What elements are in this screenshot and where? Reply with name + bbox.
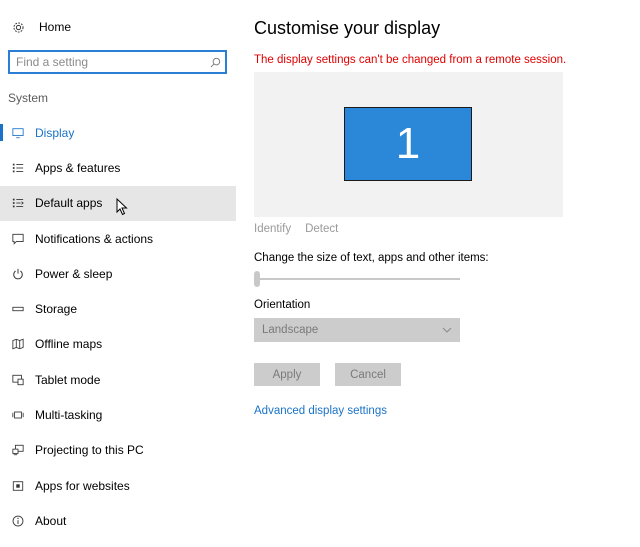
- sidebar-item-label: Notifications & actions: [35, 231, 154, 246]
- info-icon: [11, 514, 25, 528]
- sidebar-item-power-sleep[interactable]: Power & sleep: [0, 256, 236, 291]
- sidebar-item-offline-maps[interactable]: Offline maps: [0, 327, 236, 362]
- chevron-down-icon: [442, 324, 452, 336]
- speech-bubble-icon: [11, 232, 25, 246]
- orientation-select[interactable]: Landscape: [254, 318, 460, 342]
- sidebar-item-label: Multi-tasking: [35, 408, 103, 423]
- sidebar-item-display[interactable]: Display: [0, 115, 236, 150]
- remote-session-warning: The display settings can't be changed fr…: [254, 54, 567, 66]
- list-icon: [11, 161, 25, 175]
- sidebar-item-label: Display: [35, 125, 75, 140]
- sidebar-item-tablet-mode[interactable]: Tablet mode: [0, 362, 236, 397]
- monitor-number: 1: [395, 119, 421, 168]
- identify-link[interactable]: Identify: [254, 223, 291, 235]
- sidebar-item-label: Apps for websites: [35, 478, 130, 493]
- search-box[interactable]: [8, 50, 227, 74]
- monitor-tile[interactable]: 1: [344, 107, 472, 181]
- sidebar-item-label: Default apps: [35, 196, 103, 211]
- sidebar-item-about[interactable]: About: [0, 503, 236, 538]
- home-nav-item[interactable]: Home: [0, 12, 236, 42]
- sidebar-item-storage[interactable]: Storage: [0, 291, 236, 326]
- scale-label: Change the size of text, apps and other …: [254, 252, 489, 264]
- multitask-icon: [11, 408, 25, 422]
- advanced-display-settings-link[interactable]: Advanced display settings: [254, 405, 387, 417]
- search-icon[interactable]: [205, 57, 225, 68]
- apply-button[interactable]: Apply: [254, 363, 320, 386]
- sidebar-item-label: Projecting to this PC: [35, 443, 144, 458]
- gear-icon: [11, 20, 25, 34]
- display-actions: Identify Detect: [254, 223, 338, 235]
- scale-slider[interactable]: [254, 271, 460, 287]
- sidebar: Home System Display Apps & features Defa…: [0, 0, 236, 547]
- display-arrangement-area: 1: [254, 72, 563, 217]
- home-label: Home: [39, 20, 72, 34]
- detect-link[interactable]: Detect: [305, 223, 338, 235]
- sidebar-nav: Display Apps & features Default apps Not…: [0, 115, 236, 539]
- tablet-icon: [11, 373, 25, 387]
- default-list-icon: [11, 196, 25, 210]
- sidebar-item-projecting[interactable]: Projecting to this PC: [0, 433, 236, 468]
- sidebar-item-multitasking[interactable]: Multi-tasking: [0, 397, 236, 432]
- cancel-button[interactable]: Cancel: [335, 363, 401, 386]
- sidebar-item-label: Tablet mode: [35, 372, 101, 387]
- slider-track: [254, 278, 460, 280]
- sidebar-item-label: Offline maps: [35, 337, 103, 352]
- orientation-label: Orientation: [254, 299, 311, 311]
- slider-thumb[interactable]: [254, 271, 260, 287]
- sidebar-item-label: Storage: [35, 302, 78, 317]
- project-icon: [11, 443, 25, 457]
- sidebar-item-apps-features[interactable]: Apps & features: [0, 150, 236, 185]
- section-label: System: [8, 91, 49, 105]
- sidebar-item-apps-websites[interactable]: Apps for websites: [0, 468, 236, 503]
- storage-icon: [11, 302, 25, 316]
- search-input[interactable]: [10, 52, 205, 72]
- mouse-cursor-icon: [116, 197, 128, 221]
- web-apps-icon: [11, 479, 25, 493]
- page-title: Customise your display: [254, 18, 441, 38]
- sidebar-item-label: About: [35, 513, 67, 528]
- power-icon: [11, 267, 25, 281]
- sidebar-item-notifications[interactable]: Notifications & actions: [0, 221, 236, 256]
- sidebar-item-label: Apps & features: [35, 160, 121, 175]
- map-icon: [11, 337, 25, 351]
- orientation-value: Landscape: [262, 324, 319, 336]
- sidebar-item-label: Power & sleep: [35, 266, 113, 281]
- monitor-icon: [11, 126, 25, 140]
